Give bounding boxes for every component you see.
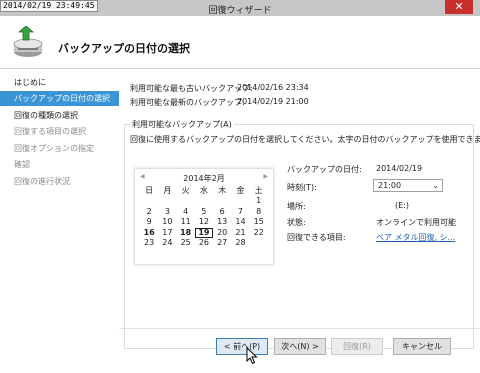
calendar-week-row: 1 <box>140 196 268 206</box>
timestamp-overlay: 2014/02/19 23:49:45 <box>0 0 98 12</box>
calendar-day-12[interactable]: 12 <box>195 217 213 227</box>
calendar-week-row: 9 10 11 12 13 14 15 <box>140 217 268 227</box>
calendar-empty-cell <box>195 196 213 206</box>
calendar-day-19[interactable]: 19 <box>194 227 214 238</box>
available-backups-description: 回復に使用するバックアップの日付を選択してください。太字の日付のバックアップを使… <box>130 135 480 144</box>
calendar-empty-cell <box>213 196 231 206</box>
calendar-week-row: 16 17 18 19 20 21 22 <box>140 227 268 238</box>
calendar-day-28[interactable]: 28 <box>231 238 249 248</box>
calendar-grid: 日 月 火 水 木 金 土 1 2 3 4 5 6 7 8 9 10 11 12 13 14 15 16 17 1… <box>140 186 268 248</box>
calendar-day-6[interactable]: 6 <box>213 207 231 217</box>
recovery-wizard-window: 回復ウィザード ✕ 2014/02/19 23:49:45 バックアップの日付の… <box>0 0 480 373</box>
calendar-day-22[interactable]: 22 <box>250 228 268 238</box>
calendar-day-9[interactable]: 9 <box>140 217 158 227</box>
calendar-week-row: 2345678 <box>140 207 268 217</box>
status-label: 状態: <box>287 218 306 227</box>
weekday-sat: 土 <box>254 186 263 195</box>
calendar-day-18[interactable]: 18 <box>177 228 195 238</box>
newest-backup-value: 2014/02/19 21:00 <box>237 97 309 106</box>
calendar-empty-cell <box>177 196 195 206</box>
calendar-weekday-row: 日 月 火 水 木 金 土 <box>140 186 268 196</box>
calendar-day-25[interactable]: 25 <box>177 238 195 248</box>
backup-calendar[interactable]: ◀ 2014年2月 ▶ 日 月 火 水 木 金 土 1 2 3 4 5 6 7 8 9 10 11 1… <box>134 168 274 265</box>
recoverable-items-link[interactable]: ベア メタル回復, シ... <box>376 232 455 243</box>
recoverable-items-label: 回復できる項目: <box>287 233 346 242</box>
time-label: 時刻(T): <box>287 183 317 192</box>
sidebar-item-recovery-options: 回復オプションの指定 <box>14 144 94 153</box>
calendar-day-13[interactable]: 13 <box>213 217 231 227</box>
calendar-empty-cell <box>158 196 176 206</box>
weekday-fri: 金 <box>236 186 245 195</box>
calendar-day-14[interactable]: 14 <box>231 217 249 227</box>
calendar-day-2[interactable]: 2 <box>140 207 158 217</box>
calendar-day-27[interactable]: 27 <box>213 238 231 248</box>
available-backups-title: 利用可能なバックアップ(A) <box>130 119 234 130</box>
location-label: 場所: <box>287 202 306 211</box>
calendar-day-3[interactable]: 3 <box>158 207 176 217</box>
backup-date-label: バックアップの日付: <box>287 165 362 174</box>
newest-backup-label: 利用可能な最新のバックアップ: <box>130 98 245 107</box>
weekday-thu: 木 <box>218 186 227 195</box>
calendar-week-row: 23 24 25 26 27 28 <box>140 238 268 248</box>
oldest-backup-label: 利用可能な最も古いバックアップ: <box>130 84 253 93</box>
calendar-day-23[interactable]: 23 <box>140 238 158 248</box>
wizard-content: 利用可能な最も古いバックアップ: 2014/02/16 23:34 利用可能な最… <box>119 69 480 359</box>
close-button[interactable]: ✕ <box>445 0 473 14</box>
calendar-day-5[interactable]: 5 <box>195 207 213 217</box>
cancel-button[interactable]: キャンセル <box>393 338 451 355</box>
footer-divider <box>119 328 480 329</box>
calendar-empty-cell <box>231 196 249 206</box>
calendar-day-21[interactable]: 21 <box>231 228 249 238</box>
sidebar-item-select-items: 回復する項目の選択 <box>14 127 86 136</box>
calendar-month-label: 2014年2月 <box>183 174 225 183</box>
calendar-day-1[interactable]: 1 <box>250 196 268 206</box>
next-button[interactable]: 次へ(N) > <box>274 338 326 355</box>
calendar-day-11[interactable]: 11 <box>177 217 195 227</box>
calendar-day-17[interactable]: 17 <box>158 228 176 238</box>
wizard-header: バックアップの日付の選択 <box>0 16 480 68</box>
calendar-day-7[interactable]: 7 <box>231 207 249 217</box>
calendar-day-24[interactable]: 24 <box>158 238 176 248</box>
weekday-sun: 日 <box>145 186 154 195</box>
sidebar-item-select-backup-date[interactable]: バックアップの日付の選択 <box>0 91 119 106</box>
sidebar-item-progress: 回復の進行状況 <box>14 177 70 186</box>
sidebar-item-recovery-type[interactable]: 回復の種類の選択 <box>0 108 119 123</box>
mouse-cursor-icon <box>246 347 258 365</box>
time-select[interactable]: 21:00 ⌄ <box>373 179 443 192</box>
wizard-steps-sidebar: はじめに バックアップの日付の選択 回復の種類の選択 回復する項目の選択 回復オ… <box>0 69 119 359</box>
backup-restore-icon <box>13 26 43 57</box>
calendar-weeks: 1 2 3 4 5 6 7 8 9 10 11 12 13 14 15 16 17 18 19 20 21 22 23 24 2… <box>140 196 268 248</box>
chevron-down-icon: ⌄ <box>432 181 439 190</box>
location-value: (E:) <box>395 201 409 210</box>
weekday-tue: 火 <box>181 186 190 195</box>
calendar-empty-cell <box>250 238 268 248</box>
calendar-next-month-icon[interactable]: ▶ <box>263 173 268 180</box>
calendar-day-8[interactable]: 8 <box>250 207 268 217</box>
status-value: オンラインで利用可能 <box>376 218 456 227</box>
sidebar-item-confirmation: 確認 <box>14 160 30 169</box>
weekday-wed: 水 <box>199 186 208 195</box>
oldest-backup-value: 2014/02/16 23:34 <box>237 83 309 92</box>
time-select-value: 21:00 <box>378 181 402 190</box>
back-button[interactable]: < 前へ(P) <box>216 338 268 355</box>
calendar-day-4[interactable]: 4 <box>177 207 195 217</box>
calendar-day-26[interactable]: 26 <box>195 238 213 248</box>
calendar-day-15[interactable]: 15 <box>250 217 268 227</box>
calendar-empty-cell <box>140 196 158 206</box>
backup-date-value: 2014/02/19 <box>376 164 423 173</box>
weekday-mon: 月 <box>163 186 172 195</box>
calendar-day-20[interactable]: 20 <box>213 228 231 238</box>
page-title: バックアップの日付の選択 <box>58 42 190 55</box>
calendar-day-10[interactable]: 10 <box>158 217 176 227</box>
sidebar-item-introduction[interactable]: はじめに <box>0 75 119 90</box>
calendar-day-16[interactable]: 16 <box>140 228 158 238</box>
recover-button: 回復(R) <box>331 338 383 355</box>
